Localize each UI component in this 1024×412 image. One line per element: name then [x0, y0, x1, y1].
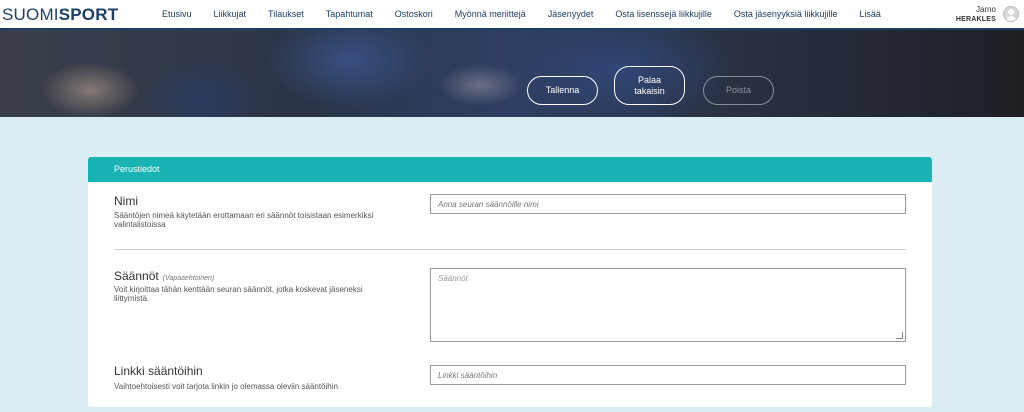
- avatar-icon[interactable]: [1003, 6, 1019, 22]
- nav-item-osta-lisensseja[interactable]: Osta lisenssejä liikkujille: [615, 9, 712, 19]
- suomisport-logo[interactable]: SUOMISPORT: [2, 5, 118, 25]
- resize-handle-icon[interactable]: [896, 332, 903, 339]
- nav-item-myonna-meriitteja[interactable]: Myönnä meriittejä: [455, 9, 526, 19]
- rules-label-text: Säännöt: [114, 269, 159, 283]
- delete-button[interactable]: Poista: [703, 76, 774, 105]
- basic-info-card: Perustiedot Nimi Sääntöjen nimeä käytetä…: [88, 157, 932, 407]
- rules-field-label: Säännöt (Vapaaehtoinen): [114, 269, 214, 283]
- user-name: Jarno: [975, 5, 996, 14]
- section-header: Perustiedot: [88, 157, 932, 182]
- rules-textarea[interactable]: Säännöt: [430, 268, 906, 342]
- rules-field-description: Voit kirjoittaa tähän kenttään seuran sä…: [114, 285, 363, 303]
- nav-item-jasenyydet[interactable]: Jäsenyydet: [548, 9, 594, 19]
- link-field-label: Linkki sääntöihin: [114, 364, 203, 378]
- back-button[interactable]: Palaa takaisin: [614, 66, 685, 105]
- rules-placeholder: Säännöt: [438, 274, 468, 283]
- nav-item-lisaa[interactable]: Lisää: [859, 9, 881, 19]
- top-navigation-bar: SUOMISPORT Etusivu Liikkujat Tilaukset T…: [0, 0, 1024, 30]
- nav-item-tapahtumat[interactable]: Tapahtumat: [326, 9, 373, 19]
- main-nav: Etusivu Liikkujat Tilaukset Tapahtumat O…: [162, 0, 903, 28]
- name-field-description: Sääntöjen nimeä käytetään erottamaan eri…: [114, 211, 374, 229]
- hero-banner: Tallenna Palaa takaisin Poista: [0, 30, 1024, 117]
- save-button[interactable]: Tallenna: [527, 76, 598, 105]
- nav-item-ostoskori[interactable]: Ostoskori: [395, 9, 433, 19]
- name-input[interactable]: [430, 194, 906, 214]
- user-organization: HERAKLES: [955, 16, 996, 23]
- user-menu[interactable]: Jarno HERAKLES: [956, 5, 996, 25]
- nav-item-tilaukset[interactable]: Tilaukset: [268, 9, 304, 19]
- nav-item-osta-jasenyyksia[interactable]: Osta jäsenyyksiä liikkujille: [734, 9, 838, 19]
- logo-text-bold: SPORT: [58, 5, 119, 24]
- logo-text-light: SUOMI: [2, 5, 59, 24]
- link-label-text: Linkki sääntöihin: [114, 364, 203, 378]
- name-field-label: Nimi: [114, 194, 138, 208]
- section-divider: [114, 249, 906, 250]
- optional-tag: (Vapaaehtoinen): [162, 275, 215, 282]
- name-label-text: Nimi: [114, 194, 138, 208]
- link-field-description: Vaihtoehtoisesti voit tarjota linkin jo …: [114, 382, 338, 391]
- nav-item-liikkujat[interactable]: Liikkujat: [214, 9, 247, 19]
- link-input[interactable]: [430, 365, 906, 385]
- nav-item-etusivu[interactable]: Etusivu: [162, 9, 192, 19]
